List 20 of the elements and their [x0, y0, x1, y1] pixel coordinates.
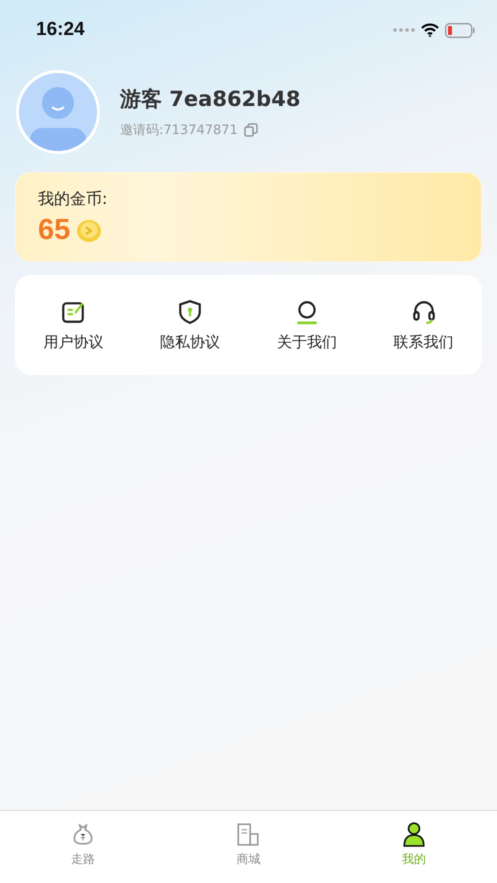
invite-code: 邀请码:713747871 [120, 122, 238, 139]
coin-label: 我的金币: [38, 189, 108, 210]
shield-icon [177, 298, 204, 324]
menu-item[interactable]: 用户协议 [43, 298, 104, 352]
coin-amount: 65 [38, 214, 70, 247]
username: 游客 7ea862b48 [120, 86, 300, 113]
copy-icon[interactable] [244, 123, 258, 137]
coin-icon [76, 218, 102, 242]
tab[interactable]: 走路 [70, 811, 96, 883]
menu-item[interactable]: 联系我们 [394, 298, 454, 352]
status-time: 16:24 [36, 19, 85, 41]
wifi-icon [421, 23, 439, 37]
menu-item[interactable]: 隐私协议 [160, 298, 220, 352]
signal-icon [393, 28, 415, 32]
headset-icon [410, 298, 437, 324]
menu-item[interactable]: 关于我们 [276, 298, 337, 352]
building-icon [235, 821, 262, 847]
battery-icon [445, 22, 475, 38]
tab[interactable]: 商城 [235, 811, 262, 883]
person-icon [401, 821, 428, 847]
